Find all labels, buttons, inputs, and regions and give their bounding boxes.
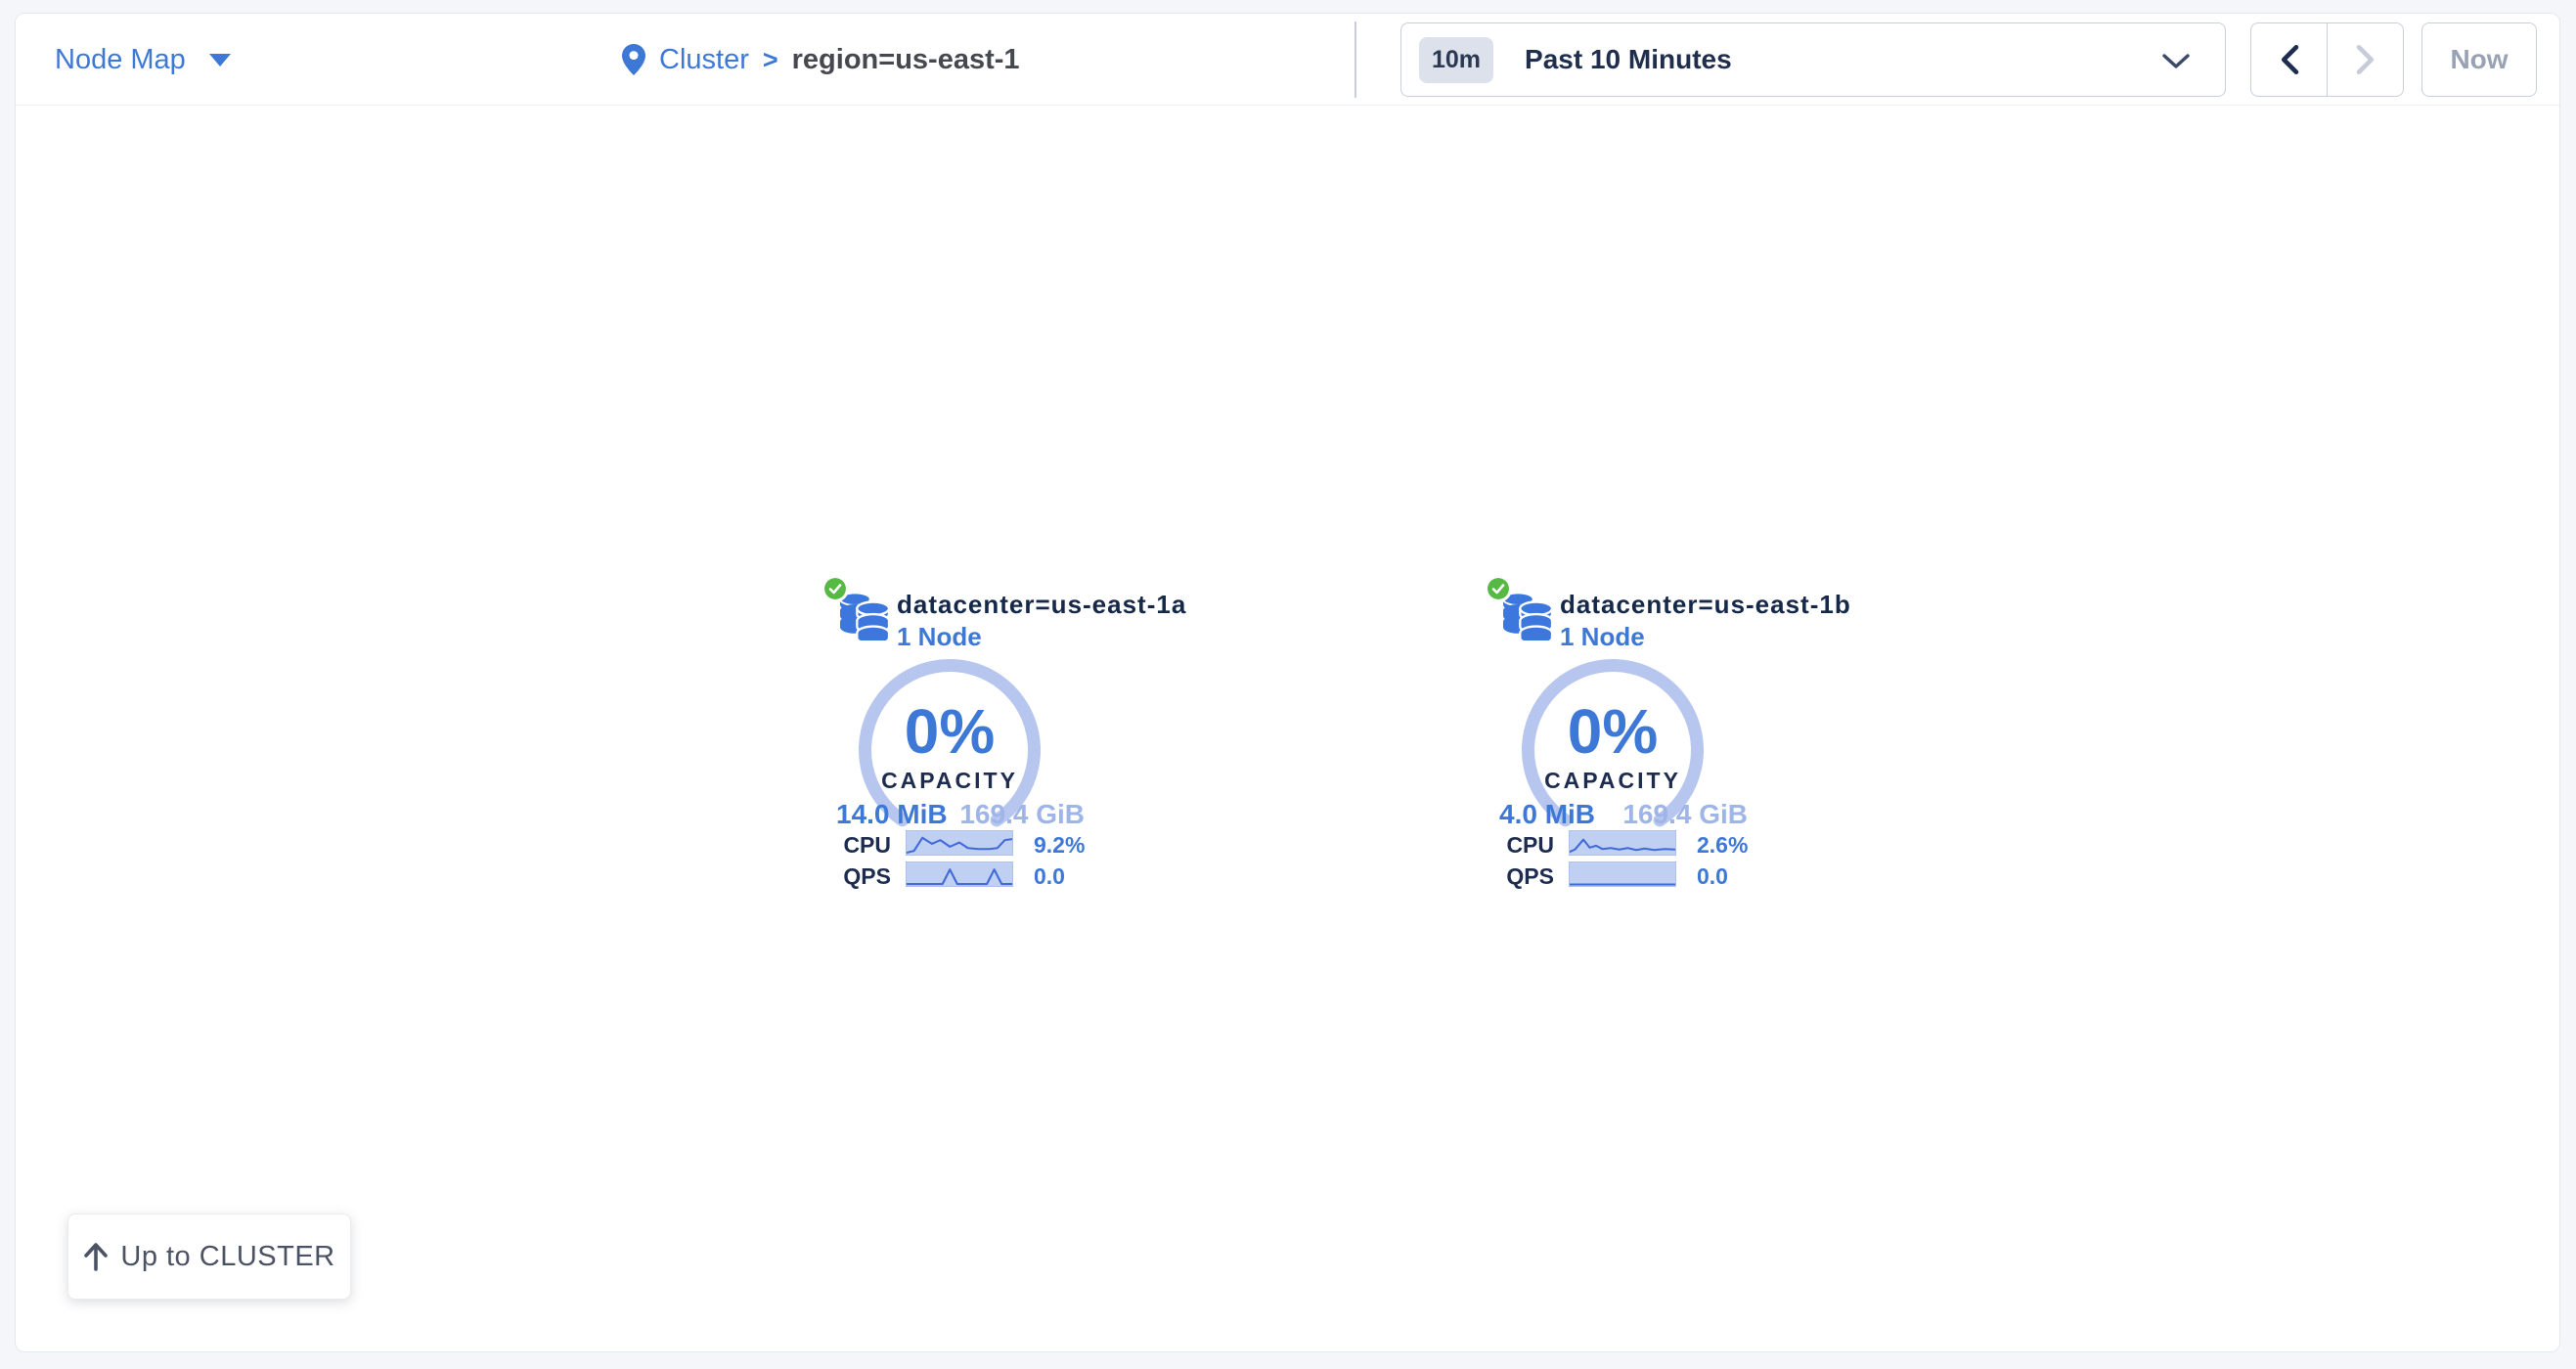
capacity-total: 169.4 GiB <box>1622 799 1748 830</box>
breadcrumb: Cluster > region=us-east-1 <box>622 14 1020 106</box>
database-stack-icon <box>1501 592 1554 640</box>
capacity-percent: 0% <box>852 695 1047 768</box>
cpu-sparkline <box>1569 830 1676 856</box>
capacity-percent: 0% <box>1515 695 1710 768</box>
datacenter-title: datacenter=us-east-1a <box>897 590 1186 620</box>
capacity-used: 14.0 MiB <box>836 799 948 830</box>
metric-value: 2.6% <box>1697 832 1748 859</box>
breadcrumb-cluster-link[interactable]: Cluster <box>659 44 749 76</box>
time-nav-group <box>2250 22 2404 97</box>
chevron-down-icon <box>2162 54 2190 69</box>
metric-label: QPS <box>1482 863 1554 890</box>
sparkline-chart <box>907 831 1012 855</box>
capacity-usage-row: 14.0 MiB 169.4 GiB <box>836 799 1085 830</box>
time-range-badge: 10m <box>1419 37 1493 83</box>
metric-row-qps: QPS 0.0 <box>803 861 1096 889</box>
metric-value: 0.0 <box>1697 863 1728 890</box>
view-selector-dropdown[interactable]: Node Map <box>55 14 231 106</box>
breadcrumb-current: region=us-east-1 <box>792 44 1020 76</box>
location-pin-icon <box>622 44 645 75</box>
capacity-usage-row: 4.0 MiB 169.4 GiB <box>1499 799 1748 830</box>
capacity-used: 4.0 MiB <box>1499 799 1595 830</box>
up-to-cluster-button[interactable]: Up to CLUSTER <box>67 1214 351 1300</box>
arrow-up-icon <box>83 1242 109 1271</box>
metric-row-cpu: CPU 2.6% <box>1466 830 1759 858</box>
node-count: 1 Node <box>1560 622 1645 652</box>
cpu-sparkline <box>906 830 1013 856</box>
datacenter-title: datacenter=us-east-1b <box>1560 590 1851 620</box>
time-range-dropdown[interactable]: 10m Past 10 Minutes <box>1400 22 2226 97</box>
capacity-total: 169.4 GiB <box>959 799 1085 830</box>
main-panel: Node Map Cluster > region=us-east-1 10m … <box>15 13 2560 1352</box>
metric-value: 9.2% <box>1034 832 1085 859</box>
metric-row-qps: QPS 0.0 <box>1466 861 1759 889</box>
top-bar: Node Map Cluster > region=us-east-1 10m … <box>16 14 2559 106</box>
metric-label: CPU <box>819 832 891 859</box>
metric-label: CPU <box>1482 832 1554 859</box>
node-map-page: Node Map Cluster > region=us-east-1 10m … <box>0 0 2576 1369</box>
datacenter-card-us-east-1a[interactable]: datacenter=us-east-1a 1 Node 0% CAPACITY… <box>803 576 1096 904</box>
time-forward-button[interactable] <box>2328 23 2403 96</box>
capacity-label: CAPACITY <box>1515 768 1710 794</box>
metric-label: QPS <box>819 863 891 890</box>
view-selector-label: Node Map <box>55 44 186 76</box>
breadcrumb-separator: > <box>763 45 778 75</box>
check-circle-icon <box>1488 578 1509 599</box>
time-back-button[interactable] <box>2251 23 2328 96</box>
check-circle-icon <box>824 578 846 599</box>
metric-value: 0.0 <box>1034 863 1065 890</box>
sparkline-chart <box>907 862 1012 886</box>
time-range-label: Past 10 Minutes <box>1525 44 1732 75</box>
capacity-label: CAPACITY <box>852 768 1047 794</box>
qps-sparkline <box>906 861 1013 887</box>
header-divider <box>1355 22 1356 98</box>
caret-down-icon <box>209 54 231 66</box>
sparkline-chart <box>1570 862 1675 886</box>
metric-row-cpu: CPU 9.2% <box>803 830 1096 858</box>
up-to-cluster-label: Up to CLUSTER <box>120 1241 334 1273</box>
chevron-right-icon <box>2354 45 2377 74</box>
now-button[interactable]: Now <box>2421 22 2537 97</box>
chevron-left-icon <box>2278 45 2301 74</box>
database-stack-icon <box>838 592 891 640</box>
node-count: 1 Node <box>897 622 982 652</box>
sparkline-chart <box>1570 831 1675 855</box>
qps-sparkline <box>1569 861 1676 887</box>
datacenter-card-us-east-1b[interactable]: datacenter=us-east-1b 1 Node 0% CAPACITY… <box>1466 576 1759 904</box>
